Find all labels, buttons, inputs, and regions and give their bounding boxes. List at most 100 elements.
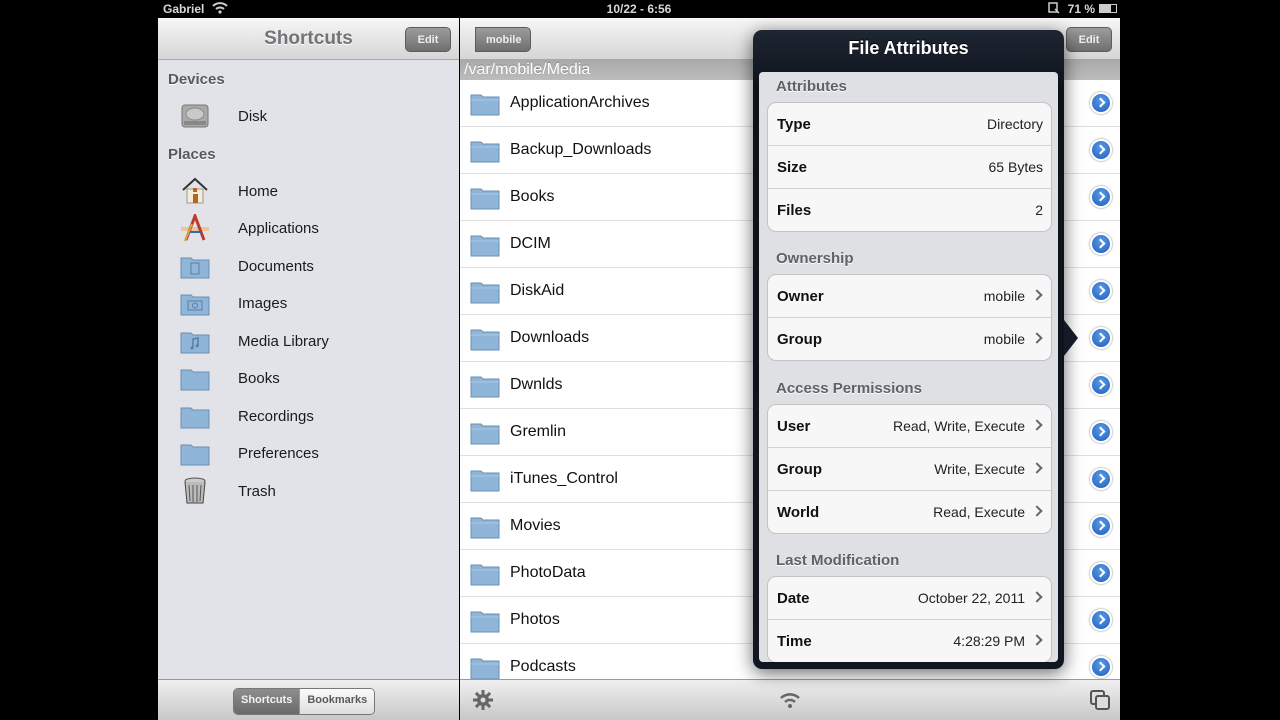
trash-icon	[180, 477, 210, 505]
attribute-row[interactable]: User Read, Write, Execute	[768, 405, 1051, 448]
segment-shortcuts[interactable]: Shortcuts	[234, 689, 300, 714]
battery-percent: 71 %	[1067, 2, 1095, 16]
attribute-row[interactable]: Time 4:28:29 PM	[768, 620, 1051, 662]
gear-icon[interactable]	[472, 689, 494, 711]
folder-icon	[470, 609, 500, 633]
chevron-right-icon	[1031, 634, 1043, 646]
file-browser-edit-button[interactable]: Edit	[1066, 27, 1112, 52]
folder-icon	[470, 515, 500, 539]
sidebar-item-disk[interactable]: Disk	[158, 98, 459, 134]
attribute-row[interactable]: Date October 22, 2011	[768, 577, 1051, 620]
folder-icon	[180, 402, 210, 430]
popover-content: Attributes Type Directory Size 65 Bytes Files…	[759, 72, 1058, 662]
sidebar-item-trash[interactable]: Trash	[158, 473, 459, 509]
sidebar-item-documents[interactable]: Documents	[158, 248, 459, 284]
detail-disclosure-button[interactable]	[1090, 656, 1112, 678]
sidebar-item-preferences[interactable]: Preferences	[158, 435, 459, 471]
sidebar-item-label: Recordings	[238, 408, 314, 425]
detail-disclosure-button[interactable]	[1090, 515, 1112, 537]
attribute-group: Date October 22, 2011 Time 4:28:29 PM	[767, 576, 1052, 662]
attribute-value: 2	[1035, 202, 1043, 218]
file-browser-toolbar	[460, 679, 1120, 720]
documents-folder-icon	[180, 252, 210, 280]
file-name: Backup_Downloads	[510, 141, 652, 158]
detail-disclosure-button[interactable]	[1090, 186, 1112, 208]
shortcuts-bookmarks-segmented-control: Shortcuts Bookmarks	[233, 688, 376, 715]
detail-disclosure-button[interactable]	[1090, 280, 1112, 302]
status-time: 10/22 - 6:56	[606, 2, 672, 16]
attribute-row: Files 2	[768, 189, 1051, 231]
file-name: DiskAid	[510, 282, 565, 299]
attribute-row: Type Directory	[768, 103, 1051, 146]
group-header: Access Permissions	[776, 380, 922, 397]
attribute-value: 65 Bytes	[988, 159, 1043, 175]
battery-fill	[1100, 5, 1112, 12]
detail-disclosure-button[interactable]	[1090, 139, 1112, 161]
attribute-row[interactable]: Group Write, Execute	[768, 448, 1051, 491]
sidebar-item-media-library[interactable]: Media Library	[158, 323, 459, 359]
sidebar-item-home[interactable]: Home	[158, 173, 459, 209]
attribute-group: Type Directory Size 65 Bytes Files 2	[767, 102, 1052, 232]
segment-bookmarks[interactable]: Bookmarks	[299, 689, 375, 714]
windows-icon[interactable]	[1089, 689, 1111, 711]
music-folder-icon	[180, 327, 210, 355]
folder-icon	[470, 656, 500, 680]
back-button[interactable]: mobile	[475, 27, 532, 52]
attribute-row[interactable]: Group mobile	[768, 318, 1051, 360]
folder-icon	[470, 468, 500, 492]
attribute-value: 4:28:29 PM	[953, 633, 1025, 649]
sidebar-item-label: Disk	[238, 108, 268, 125]
wifi-icon[interactable]	[779, 689, 801, 711]
file-attributes-popover: File Attributes Attributes Type Directory S…	[753, 30, 1078, 669]
attribute-value: mobile	[983, 288, 1025, 304]
shortcuts-navbar: Shortcuts Edit	[158, 18, 459, 60]
folder-icon	[470, 374, 500, 398]
file-name: Podcasts	[510, 658, 576, 675]
detail-disclosure-button[interactable]	[1090, 468, 1112, 490]
sidebar-item-label: Preferences	[238, 445, 319, 462]
attribute-key: User	[777, 418, 811, 435]
attribute-key: Files	[777, 202, 812, 219]
attribute-group: User Read, Write, Execute Group Write, Exec…	[767, 404, 1052, 534]
attribute-key: Date	[777, 590, 810, 607]
sidebar-item-label: Images	[238, 295, 288, 312]
shortcuts-edit-button[interactable]: Edit	[405, 27, 451, 52]
attribute-value: Read, Write, Execute	[892, 418, 1025, 434]
detail-disclosure-button[interactable]	[1090, 562, 1112, 584]
chevron-right-icon	[1031, 289, 1043, 301]
section-header-places: Places	[168, 146, 216, 163]
detail-disclosure-button[interactable]	[1090, 92, 1112, 114]
sidebar-item-recordings[interactable]: Recordings	[158, 398, 459, 434]
attribute-key: Group	[777, 461, 822, 478]
sidebar-item-label: Books	[238, 370, 280, 387]
attribute-row[interactable]: Owner mobile	[768, 275, 1051, 318]
rotation-lock-icon	[1048, 2, 1060, 14]
sidebar-item-label: Documents	[238, 258, 314, 275]
folder-icon	[470, 186, 500, 210]
popover-arrow	[1064, 320, 1078, 356]
folder-icon	[470, 327, 500, 351]
detail-disclosure-button[interactable]	[1090, 609, 1112, 631]
detail-disclosure-button[interactable]	[1090, 421, 1112, 443]
attribute-value: Write, Execute	[934, 461, 1025, 477]
detail-disclosure-button[interactable]	[1090, 374, 1112, 396]
shortcuts-toolbar: Shortcuts Bookmarks	[158, 679, 459, 720]
attribute-key: Group	[777, 331, 822, 348]
file-name: iTunes_Control	[510, 470, 618, 487]
sidebar-item-label: Trash	[238, 483, 276, 500]
file-name: ApplicationArchives	[510, 94, 650, 111]
detail-disclosure-button[interactable]	[1090, 327, 1112, 349]
detail-disclosure-button[interactable]	[1090, 233, 1112, 255]
sidebar-item-images[interactable]: Images	[158, 285, 459, 321]
folder-icon	[470, 139, 500, 163]
images-folder-icon	[180, 289, 210, 317]
sidebar-item-applications[interactable]: Applications	[158, 210, 459, 246]
sidebar-item-books[interactable]: Books	[158, 360, 459, 396]
attribute-row[interactable]: World Read, Execute	[768, 491, 1051, 533]
attribute-value: Directory	[986, 116, 1043, 132]
status-bar: Gabriel 10/22 - 6:56 71 %	[158, 0, 1120, 18]
attribute-group: Owner mobile Group mobile	[767, 274, 1052, 361]
home-icon	[180, 177, 210, 205]
file-name: Photos	[510, 611, 560, 628]
chevron-right-icon	[1031, 591, 1043, 603]
